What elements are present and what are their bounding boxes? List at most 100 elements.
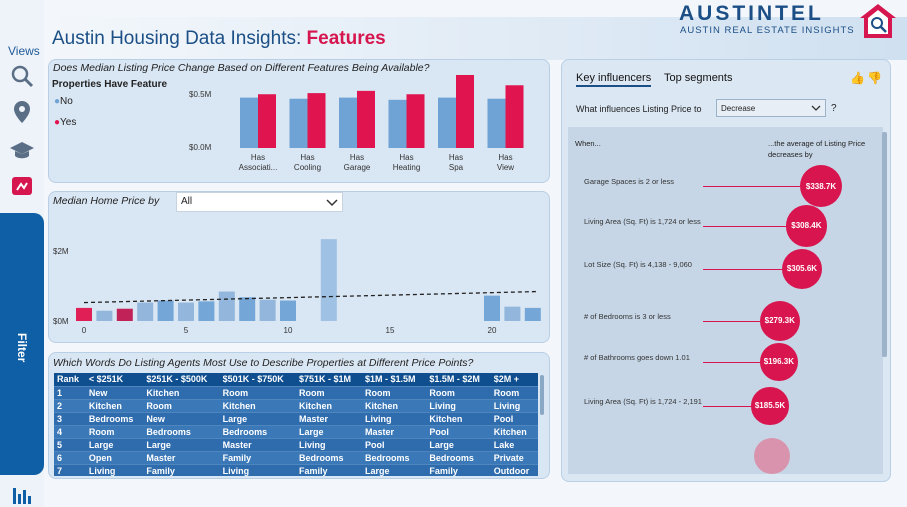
table-cell: Bedrooms <box>295 450 363 464</box>
feature-category-label: Has <box>399 153 413 162</box>
table-cell: Private <box>490 450 538 464</box>
table-cell: Master <box>362 424 427 438</box>
influencer-label[interactable]: Living Area (Sq. Ft) is 1,724 - 2,191 <box>584 396 714 407</box>
table-cell: 4 <box>54 424 86 438</box>
table-cell: Living <box>362 411 427 425</box>
influencer-label[interactable]: # of Bedrooms is 3 or less <box>584 311 714 322</box>
median-bar[interactable] <box>320 239 337 321</box>
bar-chart-icon[interactable] <box>8 482 36 507</box>
influencer-value-bubble[interactable]: $196.3K <box>760 343 798 381</box>
table-header-cell[interactable]: $1M - $1.5M <box>362 373 427 386</box>
feature-bar-no[interactable] <box>289 98 308 148</box>
table-cell: Room <box>85 424 144 438</box>
feature-bar-yes[interactable] <box>357 90 375 148</box>
feature-bar-yes[interactable] <box>307 93 326 148</box>
table-cell: Outdoor <box>490 463 538 476</box>
median-bar[interactable] <box>239 297 256 321</box>
table-cell: Large <box>143 437 220 451</box>
median-bar[interactable] <box>116 308 133 321</box>
features-ytick-top: $0.5M <box>189 90 212 99</box>
influencers-scrollbar[interactable] <box>882 132 887 357</box>
feature-category-label: Cooling <box>294 163 321 172</box>
influence-direction-dropdown[interactable]: Decrease <box>716 99 826 117</box>
table-scrollbar[interactable] <box>540 375 544 415</box>
median-filter-dropdown[interactable]: All <box>176 192 343 212</box>
table-cell: 2 <box>54 398 86 412</box>
table-header-cell[interactable]: $1.5M - $2M <box>426 373 491 386</box>
table-row: 6 Open Master Family Bedrooms Bedrooms Bedroom… <box>54 450 538 464</box>
feature-bar-no[interactable] <box>388 99 407 148</box>
table-header-cell[interactable]: < $251K <box>85 373 144 386</box>
table-cell: Living <box>490 398 538 412</box>
median-bar[interactable] <box>96 310 113 321</box>
table-header-cell[interactable]: $2M + <box>490 373 538 386</box>
influencer-question: What influences Listing Price to <box>576 104 702 114</box>
table-header-cell[interactable]: Rank <box>54 373 86 386</box>
influencer-label[interactable]: Living Area (Sq. Ft) is 1,724 or less <box>584 216 714 227</box>
table-cell: Open <box>85 450 144 464</box>
table-cell: 6 <box>54 450 86 464</box>
feature-category-label: Has <box>449 153 463 162</box>
legend-item-no[interactable]: ●No <box>54 96 73 107</box>
feature-bar-yes[interactable] <box>456 75 474 148</box>
tab-key-influencers[interactable]: Key influencers <box>576 72 652 87</box>
feature-bar-yes[interactable] <box>258 94 276 148</box>
legend-label-yes: Yes <box>60 117 77 128</box>
views-label: Views <box>8 44 40 58</box>
median-bar-chart: 0 5 10 15 20 <box>76 239 541 335</box>
influencer-value-bubble[interactable]: $308.4K <box>785 205 827 247</box>
influencer-value-bubble[interactable]: $185.5K <box>751 387 789 425</box>
median-bar[interactable] <box>484 295 500 321</box>
influencer-label[interactable]: Lot Size (Sq. Ft) is 4,138 - 9,060 <box>584 259 714 270</box>
chevron-down-icon <box>811 105 821 111</box>
graduation-cap-icon[interactable] <box>8 136 36 164</box>
logo-wordmark: AUSTINTEL <box>679 2 824 25</box>
table-row: 3 Bedrooms New Large Master Living Kitchen Pool <box>54 411 538 425</box>
feature-bar-yes[interactable] <box>505 85 524 148</box>
feature-bar-no[interactable] <box>487 98 506 148</box>
thumbs-up-icon[interactable]: 👍 <box>850 71 865 85</box>
table-cell: Room <box>490 385 538 399</box>
influencer-value-bubble[interactable]: $338.7K <box>800 165 842 207</box>
table-cell: Pool <box>426 424 491 438</box>
table-header-cell[interactable]: $751K - $1M <box>295 373 363 386</box>
table-cell: Bedrooms <box>219 424 296 438</box>
legend-item-yes[interactable]: ●Yes <box>54 117 76 128</box>
location-pin-icon[interactable] <box>8 98 36 126</box>
median-bar[interactable] <box>218 291 235 321</box>
median-bar[interactable] <box>198 301 215 321</box>
median-bar[interactable] <box>504 306 521 321</box>
feature-category-label: Has <box>300 153 314 162</box>
alert-flag-icon[interactable] <box>8 172 36 200</box>
table-header-cell[interactable]: $251K - $500K <box>143 373 220 386</box>
table-cell: Bedrooms <box>143 424 220 438</box>
search-icon[interactable] <box>8 62 36 90</box>
feature-category-label: Garage <box>344 163 371 172</box>
median-bar[interactable] <box>157 300 174 321</box>
features-bar-chart: HasAssociati...HasCoolingHasGarageHasHea… <box>239 75 524 172</box>
feature-bar-yes[interactable] <box>406 94 425 148</box>
thumbs-down-icon[interactable]: 👎 <box>867 71 882 85</box>
feature-bar-no[interactable] <box>240 97 258 148</box>
words-table-viewport[interactable]: Rank < $251K $251K - $500K $501K - $750K $75… <box>54 373 538 476</box>
median-bar[interactable] <box>259 299 276 321</box>
page-title: Austin Housing Data Insights: Features <box>52 28 386 50</box>
median-bar[interactable] <box>137 302 154 321</box>
tab-top-segments[interactable]: Top segments <box>664 72 732 84</box>
table-cell: Room <box>426 385 491 399</box>
words-table: Rank < $251K $251K - $500K $501K - $750K $75… <box>54 373 538 476</box>
median-bar[interactable] <box>76 307 92 321</box>
table-header-row: Rank < $251K $251K - $500K $501K - $750K $75… <box>54 373 538 386</box>
median-bar[interactable] <box>280 300 296 321</box>
feature-bar-no[interactable] <box>438 97 456 148</box>
median-bar[interactable] <box>524 307 541 321</box>
influencer-label[interactable]: # of Bathrooms goes down 1.01 <box>584 352 714 363</box>
feature-bar-no[interactable] <box>339 97 357 148</box>
influencer-value-bubble[interactable]: $279.3K <box>759 300 800 342</box>
median-ytick-top: $2M <box>53 247 69 256</box>
feature-category-label: Spa <box>449 163 464 172</box>
table-header-cell[interactable]: $501K - $750K <box>219 373 296 386</box>
influencer-label[interactable]: Garage Spaces is 2 or less <box>584 176 714 187</box>
median-bar[interactable] <box>178 302 194 321</box>
help-question-mark[interactable]: ? <box>831 103 837 114</box>
